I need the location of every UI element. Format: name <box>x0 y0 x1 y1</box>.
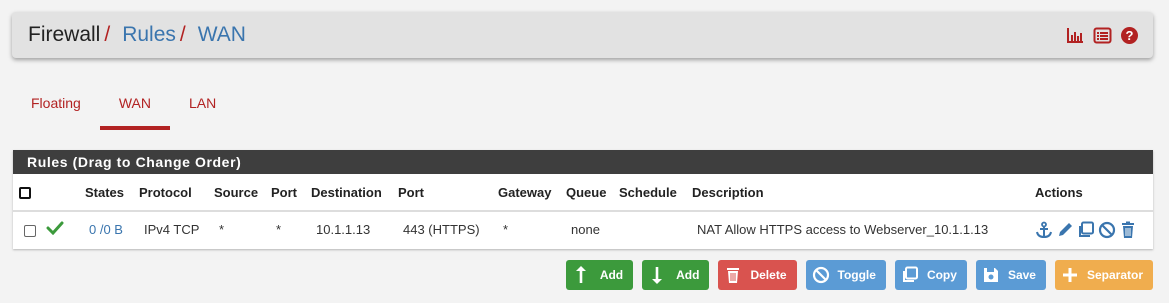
list-icon[interactable] <box>1093 26 1112 45</box>
tab-bar: Floating WAN LAN <box>12 88 235 130</box>
anchor-icon[interactable] <box>1035 221 1053 239</box>
table-header-row: States Protocol Source Port Destination … <box>13 174 1153 212</box>
toggle-button[interactable]: Toggle <box>805 260 886 290</box>
cell-description: NAT Allow HTTPS access to Webserver_10.1… <box>697 222 989 237</box>
check-icon[interactable] <box>46 221 64 238</box>
cell-protocol: IPv4 TCP <box>144 222 200 237</box>
panel-title: Rules (Drag to Change Order) <box>13 150 1153 174</box>
separator-button[interactable]: Separator <box>1054 260 1153 290</box>
tab-lan[interactable]: LAN <box>170 88 235 129</box>
col-states: States <box>85 174 139 212</box>
delete-button[interactable]: Delete <box>718 260 797 290</box>
col-schedule: Schedule <box>619 174 692 212</box>
row-actions <box>1035 221 1153 239</box>
breadcrumb-separator: / <box>104 23 111 46</box>
copy-label: Copy <box>926 268 957 282</box>
breadcrumb-wan-link[interactable]: WAN <box>198 23 246 46</box>
col-queue: Queue <box>566 174 619 212</box>
table-row[interactable]: 0 /0 B IPv4 TCP * * 10.1.1.13 443 (HTTPS… <box>13 211 1153 247</box>
cell-schedule <box>619 211 692 247</box>
disable-icon[interactable] <box>1098 221 1116 239</box>
rules-table: States Protocol Source Port Destination … <box>13 174 1153 247</box>
add-bottom-label: Add <box>676 268 700 282</box>
col-gateway: Gateway <box>498 174 566 212</box>
breadcrumb-rules-link[interactable]: Rules <box>122 23 176 46</box>
breadcrumb-separator: / <box>179 23 186 46</box>
cell-queue: none <box>571 222 600 237</box>
trash-icon[interactable] <box>1119 221 1137 239</box>
add-bottom-button[interactable]: Add <box>642 260 710 290</box>
rules-panel: Rules (Drag to Change Order) States Prot… <box>13 150 1153 249</box>
arrow-down-icon <box>650 265 664 285</box>
copy-button[interactable]: Copy <box>894 260 967 290</box>
breadcrumb-firewall: Firewall <box>28 23 101 46</box>
edit-icon[interactable] <box>1056 221 1074 239</box>
breadcrumb: Firewall / Rules / WAN <box>28 22 246 48</box>
rule-action-buttons: Add Add Delete Toggle Copy Save Separato… <box>565 260 1153 290</box>
cell-dest-port: 443 (HTTPS) <box>403 222 480 237</box>
cell-destination: 10.1.1.13 <box>316 222 371 237</box>
row-checkbox[interactable] <box>24 224 36 237</box>
arrow-up-icon <box>574 265 588 285</box>
select-all-checkbox[interactable] <box>19 187 31 200</box>
tab-floating[interactable]: Floating <box>12 88 100 129</box>
chart-icon[interactable] <box>1066 26 1085 45</box>
separator-label: Separator <box>1086 268 1143 282</box>
copy-icon[interactable] <box>1077 221 1095 239</box>
cell-gateway: * <box>503 222 509 237</box>
col-actions: Actions <box>1035 174 1153 212</box>
page-header: Firewall / Rules / WAN ? <box>12 12 1153 58</box>
col-source-port: Port <box>271 174 311 212</box>
states-link[interactable]: 0 /0 B <box>89 222 123 237</box>
tab-wan[interactable]: WAN <box>99 88 171 130</box>
delete-label: Delete <box>750 268 787 282</box>
plus-icon <box>1061 266 1079 284</box>
disable-icon <box>812 266 830 284</box>
trash-icon <box>724 266 742 284</box>
cell-source-port: * <box>276 222 282 237</box>
col-source: Source <box>214 174 271 212</box>
col-destination: Destination <box>311 174 398 212</box>
col-protocol: Protocol <box>139 174 214 212</box>
svg-text:?: ? <box>1126 28 1134 43</box>
col-description: Description <box>692 174 1035 212</box>
save-button[interactable]: Save <box>975 260 1046 290</box>
add-top-label: Add <box>599 268 624 282</box>
col-dest-port: Port <box>398 174 498 212</box>
toggle-label: Toggle <box>837 268 876 282</box>
copy-icon <box>901 266 919 284</box>
help-icon[interactable]: ? <box>1120 26 1139 45</box>
cell-source: * <box>219 222 225 237</box>
save-icon <box>982 266 1000 284</box>
save-label: Save <box>1007 268 1036 282</box>
add-top-button[interactable]: Add <box>565 260 634 290</box>
